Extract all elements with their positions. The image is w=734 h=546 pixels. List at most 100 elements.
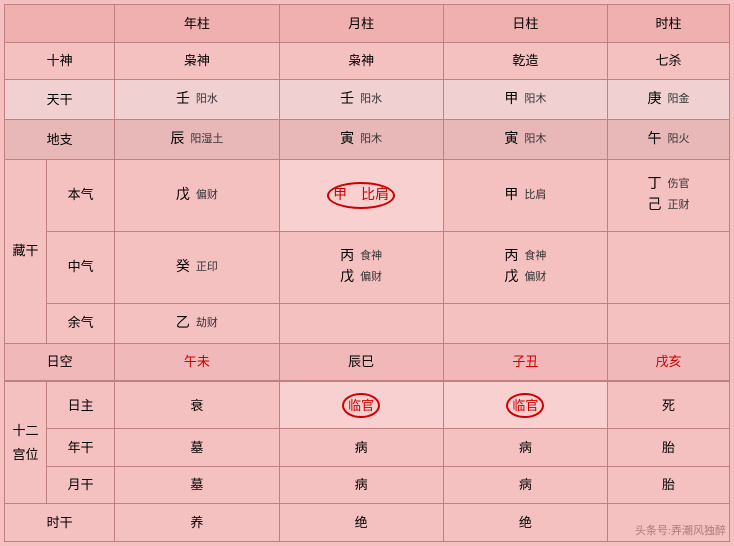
ri-kong-shi: 戌亥 [608, 343, 730, 381]
zhong-qi-shi [608, 231, 730, 303]
yu-qi-row: 余气 乙 劫财 [5, 303, 730, 343]
ri-kong-yue: 辰巳 [279, 343, 443, 381]
ri-zhu-nian: 衰 [115, 381, 279, 428]
di-zhi-nian: 辰 阳湿土 [115, 119, 279, 159]
header-yue: 月柱 [279, 5, 443, 43]
tian-gan-yue: 壬 阳水 [279, 80, 443, 120]
tian-gan-yue-char: 壬 [340, 89, 354, 110]
nian-gan-nian: 墓 [115, 429, 279, 467]
circled-yue: 甲 比肩 [327, 182, 395, 209]
yu-qi-nian-char: 乙 [176, 313, 190, 334]
zhong-qi-nian: 癸 正印 [115, 231, 279, 303]
di-zhi-label: 地支 [5, 119, 115, 159]
di-zhi-row: 地支 辰 阳湿土 寅 阳木 寅 阳木 [5, 119, 730, 159]
shi-er-char1: 十二 [12, 423, 38, 438]
main-table: 年柱 月柱 日柱 时柱 十神 枭神 枭神 乾造 七杀 天干 壬 阳水 壬 [4, 4, 730, 542]
di-zhi-yue: 寅 阳木 [279, 119, 443, 159]
ben-qi-nian-sub: 偏财 [196, 187, 218, 204]
tian-gan-row: 天干 壬 阳水 壬 阳水 甲 阳木 [5, 80, 730, 120]
zhong-qi-ri-sub2: 偏财 [524, 269, 546, 286]
shi-shen-shi: 七杀 [608, 42, 730, 80]
zhong-qi-ri-char2: 戊 [504, 267, 518, 288]
yue-gan-ri: 病 [443, 466, 607, 504]
tian-gan-shi-sub: 阳金 [668, 91, 690, 108]
zhong-qi-yue-sub2: 偏财 [360, 269, 382, 286]
shi-shen-row: 十神 枭神 枭神 乾造 七杀 [5, 42, 730, 80]
shi-gan-row: 时干 养 绝 绝 [5, 504, 730, 542]
header-nian: 年柱 [115, 5, 279, 43]
nian-gan-row: 年干 墓 病 病 胎 [5, 429, 730, 467]
zhong-qi-yue-sub1: 食神 [360, 248, 382, 265]
yue-gan-row: 月干 墓 病 病 胎 [5, 466, 730, 504]
di-zhi-yue-sub: 阳木 [360, 131, 382, 148]
zhong-qi-yue-char2: 戊 [340, 267, 354, 288]
ri-zhu-yue: 临官 [279, 381, 443, 428]
shi-er-char2: 宫位 [12, 447, 38, 462]
header-ri: 日柱 [443, 5, 607, 43]
nian-gan-shi: 胎 [608, 429, 730, 467]
zang-gan-label: 藏干 [5, 159, 47, 343]
zhong-qi-nian-sub: 正印 [196, 259, 218, 276]
ben-qi-shi-char1: 丁 [648, 174, 662, 195]
header-shi: 时柱 [608, 5, 730, 43]
yue-gan-shi: 胎 [608, 466, 730, 504]
yue-gan-nian: 墓 [115, 466, 279, 504]
ben-qi-shi-sub2: 正财 [668, 197, 690, 214]
yu-qi-nian: 乙 劫财 [115, 303, 279, 343]
di-zhi-shi-sub: 阳火 [668, 131, 690, 148]
ben-qi-shi: 丁 伤官 己 正财 [608, 159, 730, 231]
tian-gan-nian: 壬 阳水 [115, 80, 279, 120]
zhong-qi-nian-char: 癸 [176, 257, 190, 278]
tian-gan-ri-char: 甲 [504, 89, 518, 110]
header-empty [5, 5, 115, 43]
ben-qi-label: 本气 [46, 159, 114, 231]
nian-gan-label: 年干 [46, 429, 114, 467]
watermark: 头条号:弄潮风独醉 [635, 522, 726, 538]
zhong-qi-yue-char1: 丙 [340, 246, 354, 267]
ri-kong-label: 日空 [5, 343, 115, 381]
ben-qi-shi-sub1: 伤官 [668, 176, 690, 193]
yue-gan-yue: 病 [279, 466, 443, 504]
circled-lingguan-ri: 临官 [506, 393, 544, 419]
yu-qi-nian-sub: 劫财 [196, 315, 218, 332]
circled-lingguan-yue: 临官 [342, 393, 380, 419]
page-wrapper: 年柱 月柱 日柱 时柱 十神 枭神 枭神 乾造 七杀 天干 壬 阳水 壬 [0, 0, 734, 546]
di-zhi-shi: 午 阳火 [608, 119, 730, 159]
zhong-qi-ri: 丙 食神 戊 偏财 [443, 231, 607, 303]
shi-gan-label: 时干 [5, 504, 115, 542]
nian-gan-ri: 病 [443, 429, 607, 467]
tian-gan-shi: 庚 阳金 [608, 80, 730, 120]
ri-kong-row: 日空 午未 辰巳 子丑 戌亥 [5, 343, 730, 381]
header-row: 年柱 月柱 日柱 时柱 [5, 5, 730, 43]
zhong-qi-label: 中气 [46, 231, 114, 303]
ri-zhu-label: 日主 [46, 381, 114, 428]
shi-shen-ri: 乾造 [443, 42, 607, 80]
yu-qi-yue [279, 303, 443, 343]
zhong-qi-ri-sub1: 食神 [524, 248, 546, 265]
nian-gan-yue: 病 [279, 429, 443, 467]
ben-qi-nian: 戊 偏财 [115, 159, 279, 231]
ben-qi-shi-char2: 己 [648, 195, 662, 216]
shi-shen-yue: 枭神 [279, 42, 443, 80]
di-zhi-shi-char: 午 [648, 129, 662, 150]
yu-qi-shi [608, 303, 730, 343]
tian-gan-yue-sub: 阳水 [360, 91, 382, 108]
tian-gan-nian-char: 壬 [176, 89, 190, 110]
di-zhi-ri-char: 寅 [504, 129, 518, 150]
tian-gan-nian-sub: 阳水 [196, 91, 218, 108]
shi-gan-ri: 绝 [443, 504, 607, 542]
shi-shen-nian: 枭神 [115, 42, 279, 80]
shi-gan-yue: 绝 [279, 504, 443, 542]
ri-zhu-ri: 临官 [443, 381, 607, 428]
ri-zhu-shi: 死 [608, 381, 730, 428]
tian-gan-ri: 甲 阳木 [443, 80, 607, 120]
shi-er-label: 十二 宫位 [5, 381, 47, 504]
ben-qi-ri-char: 甲 [504, 185, 518, 206]
di-zhi-ri-sub: 阳木 [524, 131, 546, 148]
yue-gan-label: 月干 [46, 466, 114, 504]
ben-qi-yue-char: 甲 比肩 [327, 182, 395, 209]
ben-qi-yue: 甲 比肩 [279, 159, 443, 231]
ben-qi-ri: 甲 比肩 [443, 159, 607, 231]
ben-qi-ri-sub: 比肩 [524, 187, 546, 204]
shi-er-ri-zhu-row: 十二 宫位 日主 衰 临官 临官 死 [5, 381, 730, 428]
